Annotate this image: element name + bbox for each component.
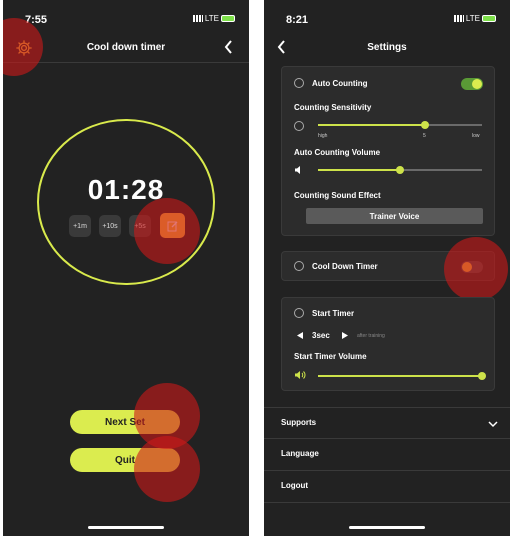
clock-icon (294, 308, 304, 318)
toggle-knob (462, 262, 472, 272)
menu-item-label: Language (281, 449, 319, 458)
cool-down-timer-toggle[interactable] (461, 261, 483, 273)
add-1m-button[interactable]: +1m (69, 215, 91, 237)
quit-button[interactable]: Quit (70, 448, 180, 472)
signal-icon (453, 15, 464, 22)
menu-item-label: Supports (281, 418, 317, 427)
toggle-knob (472, 79, 482, 89)
counting-sound-effect-label: Counting Sound Effect (294, 191, 381, 200)
sensitivity-low-label: low (472, 133, 480, 139)
signal-icon (192, 15, 203, 22)
edit-icon (167, 221, 177, 231)
settings-screen: 8:21 LTE Settings Auto Counting Counting… (264, 0, 510, 536)
clock-icon (294, 121, 304, 131)
edit-button[interactable] (160, 213, 185, 238)
status-indicators: LTE (453, 14, 496, 23)
trainer-voice-button[interactable]: Trainer Voice (306, 208, 483, 224)
sensitivity-high-label: high (318, 133, 328, 139)
clock-icon (294, 261, 304, 271)
home-indicator (88, 526, 164, 529)
triangle-left-icon[interactable] (297, 332, 303, 339)
auto-counting-label: Auto Counting (312, 79, 368, 88)
auto-counting-toggle[interactable] (461, 78, 483, 90)
status-time: 7:55 (25, 14, 48, 26)
menu-item-label: Logout (281, 481, 309, 490)
add-10s-button[interactable]: +10s (99, 215, 121, 237)
start-timer-volume-label: Start Timer Volume (294, 352, 367, 361)
status-indicators: LTE (192, 14, 235, 23)
triangle-right-icon[interactable] (342, 332, 348, 339)
auto-counting-volume-label: Auto Counting Volume (294, 148, 381, 157)
speaker-icon (295, 166, 300, 174)
timer-display: 01:28 (87, 174, 165, 205)
start-timer-volume-slider[interactable] (478, 372, 486, 380)
page-title: Settings (367, 42, 407, 53)
cool-down-timer-screen: 7:55 LTE Cool down timer 01:28 +1m +10s … (3, 0, 249, 536)
cool-down-timer-card: Cool Down Timer (281, 251, 495, 281)
network-label: LTE (465, 14, 480, 23)
menu-item-supports[interactable]: Supports (264, 407, 510, 439)
counting-sensitivity-label: Counting Sensitivity (294, 103, 372, 112)
battery-icon (221, 15, 235, 22)
clock-icon (294, 78, 304, 88)
nav-bar: Settings (264, 35, 510, 63)
page-title: Cool down timer (86, 42, 166, 53)
menu-item-language[interactable]: Language (264, 439, 510, 471)
start-timer-hint: after training (357, 333, 385, 339)
start-timer-value: 3sec (312, 331, 330, 340)
status-bar: 8:21 LTE (264, 14, 510, 28)
start-timer-label: Start Timer (312, 309, 355, 318)
home-indicator (349, 526, 425, 529)
sensitivity-slider[interactable] (421, 121, 429, 129)
status-bar: 7:55 LTE (3, 14, 249, 28)
volume-fill (318, 169, 400, 171)
chevron-left-icon[interactable] (223, 39, 235, 55)
status-time: 8:21 (286, 14, 309, 26)
auto-counting-card: Auto Counting Counting Sensitivity high … (281, 66, 495, 236)
sensitivity-fill (318, 124, 425, 126)
speaker-loud-icon (295, 371, 306, 379)
add-5s-button[interactable]: +5s (129, 215, 151, 237)
menu-item-logout[interactable]: Logout (264, 471, 510, 503)
nav-bar: Cool down timer (3, 35, 249, 63)
chevron-down-icon (488, 421, 498, 428)
sensitivity-value-label: 5 (423, 133, 426, 139)
next-set-button[interactable]: Next Set (70, 410, 180, 434)
network-label: LTE (204, 14, 219, 23)
start-timer-card: Start Timer 3sec after training Start Ti… (281, 297, 495, 391)
battery-icon (482, 15, 496, 22)
cool-down-timer-label: Cool Down Timer (312, 262, 378, 271)
auto-counting-volume-slider[interactable] (396, 166, 404, 174)
start-volume-fill (318, 375, 482, 377)
